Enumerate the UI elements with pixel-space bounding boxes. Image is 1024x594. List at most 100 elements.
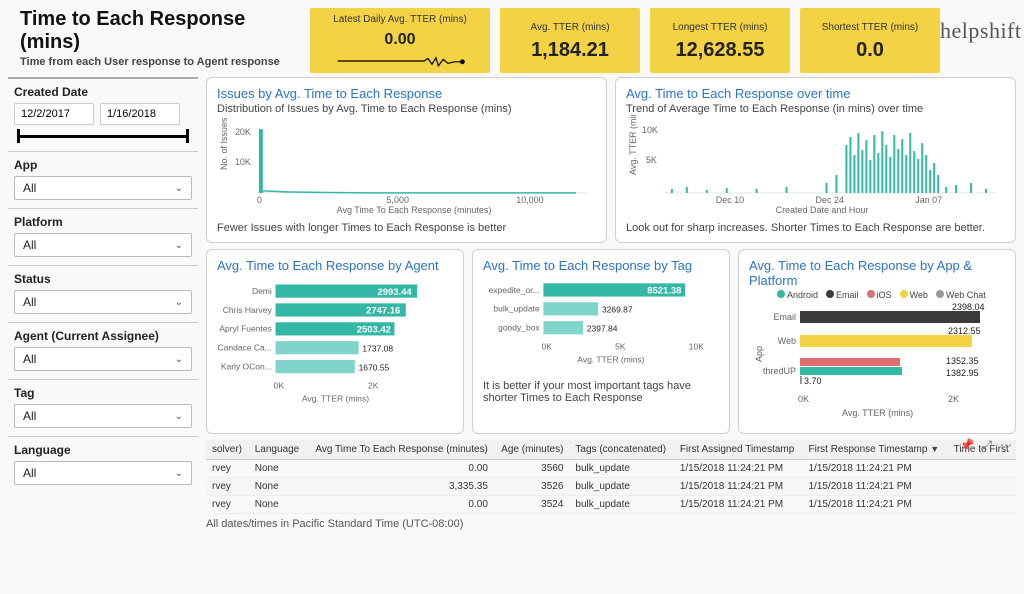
svg-text:Jan 07: Jan 07 xyxy=(915,195,942,205)
chart-by-app-platform[interactable]: App Email 2398.04 Web 2312.55 thredUP 13… xyxy=(749,302,1005,422)
filter-language-select[interactable]: All ⌄ xyxy=(14,461,192,485)
svg-text:Web: Web xyxy=(778,336,796,346)
filter-agent-select[interactable]: All ⌄ xyxy=(14,347,192,371)
sort-desc-icon: ▼ xyxy=(930,444,939,454)
chevron-down-icon: ⌄ xyxy=(175,354,183,365)
col-first-response[interactable]: First Response Timestamp ▼ xyxy=(802,440,947,460)
filter-agent-label: Agent (Current Assignee) xyxy=(14,329,192,343)
col-language[interactable]: Language xyxy=(249,440,306,460)
card-by-app-platform-title: Avg. Time to Each Response by App & Plat… xyxy=(749,258,1005,288)
svg-text:expedite_or...: expedite_or... xyxy=(489,285,540,295)
col-avg[interactable]: Avg Time To Each Response (minutes) xyxy=(306,440,494,460)
x-axis-label: Avg Time To Each Response (minutes) xyxy=(337,205,492,215)
x-axis-label: Created Date and Hour xyxy=(776,205,869,215)
x-axis-label: Avg. TTER (mins) xyxy=(577,355,644,365)
kpi-avg-label: Avg. TTER (mins) xyxy=(510,22,630,33)
filter-created-date-label: Created Date xyxy=(14,85,192,99)
card-distribution-title: Issues by Avg. Time to Each Response xyxy=(217,86,596,101)
sparkline-icon xyxy=(320,53,480,69)
y-axis-label: App xyxy=(754,346,764,362)
filter-app-select[interactable]: All ⌄ xyxy=(14,176,192,200)
card-over-time-footer: Look out for sharp increases. Shorter Ti… xyxy=(626,222,1005,234)
timezone-note: All dates/times in Pacific Standard Time… xyxy=(206,518,1016,530)
svg-text:5K: 5K xyxy=(646,155,657,165)
legend: Android Email iOS Web Web Chat xyxy=(777,290,1005,300)
card-by-tag: Avg. Time to Each Response by Tag expedi… xyxy=(472,249,730,434)
svg-text:10K: 10K xyxy=(689,341,704,351)
slider-thumb-right[interactable] xyxy=(186,129,189,143)
divider xyxy=(8,322,198,323)
chart-over-time[interactable]: Avg. TTER (mins) 10K 5K xyxy=(626,115,1005,215)
data-table[interactable]: solver) Language Avg Time To Each Respon… xyxy=(206,440,1016,514)
filter-language-value: All xyxy=(23,466,36,480)
table-row[interactable]: rvey None 0.00 3560 bulk_update 1/15/201… xyxy=(206,460,1016,478)
filter-status-label: Status xyxy=(14,272,192,286)
svg-text:0K: 0K xyxy=(542,341,553,351)
kpi-longest-label: Longest TTER (mins) xyxy=(660,22,780,33)
svg-text:8521.38: 8521.38 xyxy=(647,286,681,297)
svg-text:2747.16: 2747.16 xyxy=(366,306,400,317)
more-icon[interactable]: ⋯ xyxy=(1000,438,1012,453)
svg-text:2397.84: 2397.84 xyxy=(587,323,618,333)
page-title: Time to Each Response (mins) xyxy=(20,8,300,54)
chart-distribution[interactable]: No. of Issues 20K 10K 0 5,000 10,000 Avg… xyxy=(217,115,596,215)
svg-text:0K: 0K xyxy=(798,394,809,404)
svg-text:20K: 20K xyxy=(235,127,251,137)
filter-app-label: App xyxy=(14,158,192,172)
date-end-input[interactable] xyxy=(100,103,180,125)
filter-tag-select[interactable]: All ⌄ xyxy=(14,404,192,428)
table-row[interactable]: rvey None 0.00 3524 bulk_update 1/15/201… xyxy=(206,496,1016,514)
svg-text:Dec 24: Dec 24 xyxy=(816,195,844,205)
svg-text:0K: 0K xyxy=(274,380,285,390)
chevron-down-icon: ⌄ xyxy=(175,468,183,479)
col-age[interactable]: Age (minutes) xyxy=(494,440,570,460)
svg-text:5,000: 5,000 xyxy=(387,195,409,205)
chevron-down-icon: ⌄ xyxy=(175,297,183,308)
y-axis-label: Avg. TTER (mins) xyxy=(628,115,638,175)
card-over-time: Avg. Time to Each Response over time Tre… xyxy=(615,77,1016,243)
svg-text:3.70: 3.70 xyxy=(804,376,822,386)
filter-platform-value: All xyxy=(23,238,36,252)
table-row[interactable]: rvey None 3,335.35 3526 bulk_update 1/15… xyxy=(206,478,1016,496)
filter-status-value: All xyxy=(23,295,36,309)
svg-text:Apryl Fuentes: Apryl Fuentes xyxy=(219,324,271,334)
chart-by-tag[interactable]: expedite_or... 8521.38 bulk_update 3269.… xyxy=(483,273,719,373)
svg-text:thredUP: thredUP xyxy=(763,366,796,376)
svg-text:2503.42: 2503.42 xyxy=(357,325,391,336)
col-first-assigned[interactable]: First Assigned Timestamp xyxy=(674,440,803,460)
slider-thumb-left[interactable] xyxy=(17,129,20,143)
svg-text:1382.95: 1382.95 xyxy=(946,368,979,378)
chevron-down-icon: ⌄ xyxy=(175,183,183,194)
kpi-longest-value: 12,628.55 xyxy=(660,39,780,62)
divider xyxy=(8,265,198,266)
card-by-app-platform: Avg. Time to Each Response by App & Plat… xyxy=(738,249,1016,434)
col-tags[interactable]: Tags (concatenated) xyxy=(569,440,673,460)
filter-agent-value: All xyxy=(23,352,36,366)
divider xyxy=(8,151,198,152)
kpi-shortest-value: 0.0 xyxy=(810,39,930,62)
svg-text:Email: Email xyxy=(773,312,796,322)
card-distribution-subtitle: Distribution of Issues by Avg. Time to E… xyxy=(217,103,596,115)
kpi-avg-value: 1,184.21 xyxy=(510,39,630,62)
chevron-down-icon: ⌄ xyxy=(175,240,183,251)
filter-platform-select[interactable]: All ⌄ xyxy=(14,233,192,257)
chart-by-agent[interactable]: Demi 2993.44 Chris Harvey 2747.16 Apryl … xyxy=(217,273,453,413)
filter-language-label: Language xyxy=(14,443,192,457)
focus-icon[interactable]: ⤢ xyxy=(982,438,992,453)
date-start-input[interactable] xyxy=(14,103,94,125)
filter-sidebar: Created Date App All ⌄ Platform All ⌄ xyxy=(8,77,198,581)
kpi-shortest: Shortest TTER (mins) 0.0 xyxy=(800,8,940,73)
svg-text:1670.55: 1670.55 xyxy=(359,362,390,372)
card-distribution-footer: Fewer Issues with longer Times to Each R… xyxy=(217,222,596,234)
card-over-time-subtitle: Trend of Average Time to Each Response (… xyxy=(626,103,1005,115)
card-by-tag-footer: It is better if your most important tags… xyxy=(483,380,719,404)
svg-text:10,000: 10,000 xyxy=(516,195,543,205)
page-subtitle: Time from each User response to Agent re… xyxy=(20,56,300,68)
kpi-longest: Longest TTER (mins) 12,628.55 xyxy=(650,8,790,73)
col-resolver[interactable]: solver) xyxy=(206,440,249,460)
pin-icon[interactable]: 📌 xyxy=(959,438,974,453)
filter-status-select[interactable]: All ⌄ xyxy=(14,290,192,314)
svg-text:0: 0 xyxy=(257,195,262,205)
date-slider[interactable] xyxy=(18,129,188,143)
filter-tag-label: Tag xyxy=(14,386,192,400)
